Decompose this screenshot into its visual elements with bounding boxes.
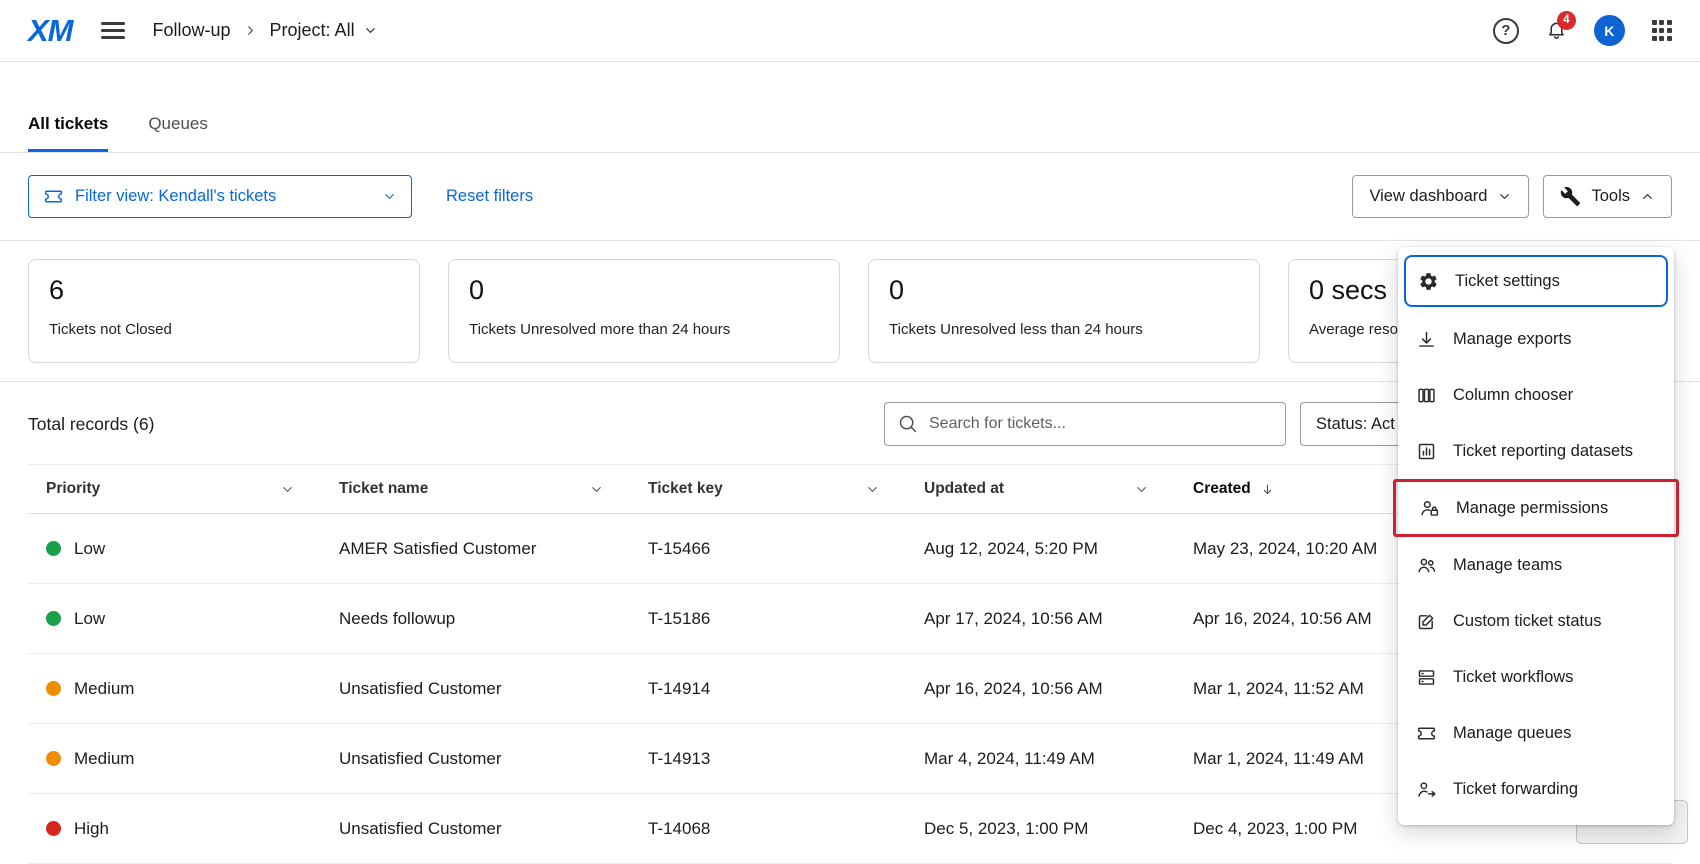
chevron-down-icon: [363, 23, 378, 38]
sort-descending-icon: [1260, 482, 1275, 497]
chevron-down-icon: [589, 482, 604, 497]
chevron-up-icon: [1640, 189, 1655, 204]
columns-icon: [1416, 385, 1439, 406]
ticket-key-cell: T-15186: [630, 609, 906, 629]
priority-dot: [46, 541, 61, 556]
ticket-name-cell: Needs followup: [321, 609, 630, 629]
stat-card-unresolved-under-24h: 0 Tickets Unresolved less than 24 hours: [868, 259, 1260, 363]
updated-at-cell: Apr 16, 2024, 10:56 AM: [906, 679, 1175, 699]
chart-icon: [1416, 441, 1439, 462]
chevron-down-icon: [1134, 482, 1149, 497]
updated-at-cell: Dec 5, 2023, 1:00 PM: [906, 819, 1175, 839]
ticket-key-cell: T-14068: [630, 819, 906, 839]
menu-item-manage-exports[interactable]: Manage exports: [1398, 311, 1674, 367]
help-icon[interactable]: ?: [1493, 18, 1519, 44]
topbar: XM Follow-up Project: All ? 4 K: [0, 0, 1700, 62]
notifications-button[interactable]: 4: [1546, 19, 1567, 43]
breadcrumb-section[interactable]: Follow-up: [153, 20, 231, 41]
column-header-ticket-key[interactable]: Ticket key: [630, 480, 906, 498]
tab-all-tickets[interactable]: All tickets: [28, 114, 108, 152]
total-records-label: Total records (6): [28, 414, 154, 435]
ticket-name-cell: Unsatisfied Customer: [321, 679, 630, 699]
priority-dot: [46, 611, 61, 626]
chevron-down-icon: [865, 482, 880, 497]
hamburger-menu-icon[interactable]: [101, 18, 125, 44]
people-icon: [1416, 555, 1439, 576]
ticket-key-cell: T-14913: [630, 749, 906, 769]
search-input[interactable]: [884, 402, 1286, 446]
xm-logo[interactable]: XM: [28, 13, 73, 49]
priority-dot: [46, 821, 61, 836]
gear-icon: [1418, 271, 1441, 292]
priority-label: Low: [74, 539, 105, 559]
tab-queues[interactable]: Queues: [148, 114, 208, 152]
stat-card-not-closed: 6 Tickets not Closed: [28, 259, 420, 363]
download-icon: [1416, 329, 1439, 350]
reset-filters-link[interactable]: Reset filters: [446, 187, 533, 206]
stat-card-unresolved-over-24h: 0 Tickets Unresolved more than 24 hours: [448, 259, 840, 363]
view-dashboard-button[interactable]: View dashboard: [1352, 175, 1529, 218]
breadcrumb: Follow-up Project: All: [153, 20, 378, 41]
ticket-name-cell: AMER Satisfied Customer: [321, 539, 630, 559]
updated-at-cell: Mar 4, 2024, 11:49 AM: [906, 749, 1175, 769]
ticket-name-cell: Unsatisfied Customer: [321, 819, 630, 839]
ticket-search: [884, 402, 1286, 446]
column-header-updated-at[interactable]: Updated at: [906, 480, 1175, 498]
priority-label: Low: [74, 609, 105, 629]
priority-label: Medium: [74, 679, 134, 699]
priority-label: High: [74, 819, 109, 839]
filter-view-dropdown[interactable]: Filter view: Kendall's tickets: [28, 175, 412, 218]
tools-menu: Ticket settings Manage exports Column ch…: [1398, 247, 1674, 825]
notification-badge: 4: [1557, 11, 1576, 30]
edit-icon: [1416, 611, 1439, 632]
tabs: All tickets Queues: [0, 62, 1700, 153]
priority-label: Medium: [74, 749, 134, 769]
column-header-ticket-name[interactable]: Ticket name: [321, 480, 630, 498]
menu-item-ticket-forwarding[interactable]: Ticket forwarding: [1398, 761, 1674, 817]
person-forward-icon: [1416, 779, 1439, 800]
tools-button[interactable]: Tools: [1543, 175, 1672, 218]
priority-dot: [46, 681, 61, 696]
workflow-icon: [1416, 667, 1439, 688]
chevron-down-icon: [1497, 189, 1512, 204]
search-icon: [897, 413, 918, 434]
person-lock-icon: [1419, 498, 1442, 519]
priority-dot: [46, 751, 61, 766]
menu-item-manage-permissions[interactable]: Manage permissions: [1393, 479, 1679, 537]
chevron-right-icon: [243, 23, 258, 38]
updated-at-cell: Aug 12, 2024, 5:20 PM: [906, 539, 1175, 559]
ticket-key-cell: T-14914: [630, 679, 906, 699]
menu-item-custom-ticket-status[interactable]: Custom ticket status: [1398, 593, 1674, 649]
menu-item-manage-queues[interactable]: Manage queues: [1398, 705, 1674, 761]
menu-item-column-chooser[interactable]: Column chooser: [1398, 367, 1674, 423]
filter-bar: Filter view: Kendall's tickets Reset fil…: [0, 153, 1700, 240]
breadcrumb-project[interactable]: Project: All: [270, 20, 378, 41]
menu-item-ticket-workflows[interactable]: Ticket workflows: [1398, 649, 1674, 705]
updated-at-cell: Apr 17, 2024, 10:56 AM: [906, 609, 1175, 629]
ticket-key-cell: T-15466: [630, 539, 906, 559]
menu-item-ticket-settings[interactable]: Ticket settings: [1404, 255, 1668, 307]
chevron-down-icon: [280, 482, 295, 497]
chevron-down-icon: [382, 189, 397, 204]
ticket-icon: [43, 186, 64, 207]
menu-item-manage-teams[interactable]: Manage teams: [1398, 537, 1674, 593]
ticket-icon: [1416, 723, 1439, 744]
avatar[interactable]: K: [1594, 15, 1625, 46]
wrench-icon: [1560, 186, 1581, 207]
column-header-priority[interactable]: Priority: [28, 480, 321, 498]
menu-item-ticket-reporting-datasets[interactable]: Ticket reporting datasets: [1398, 423, 1674, 479]
apps-grid-icon[interactable]: [1652, 20, 1672, 40]
ticket-name-cell: Unsatisfied Customer: [321, 749, 630, 769]
